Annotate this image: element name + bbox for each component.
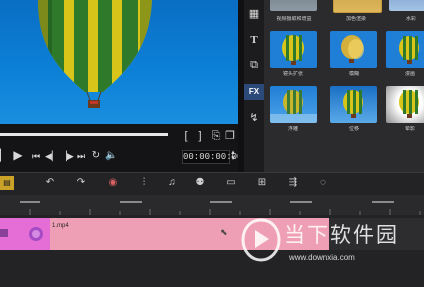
- auto-music-icon[interactable]: ♫: [166, 176, 178, 190]
- next-frame-icon[interactable]: ▕▶: [60, 150, 74, 162]
- effect-caption: 模糊: [348, 71, 359, 77]
- effect-thumbnail[interactable]: [270, 31, 317, 68]
- repeat-icon[interactable]: ↻: [90, 150, 102, 162]
- media-icon[interactable]: ▦: [244, 6, 264, 22]
- effect-thumbnail[interactable]: [386, 31, 424, 68]
- sound-mixer-icon[interactable]: ⫶: [138, 176, 150, 190]
- zoom-to-fit-icon[interactable]: ◌: [316, 176, 330, 190]
- clip-name: 1.mp4: [52, 223, 69, 229]
- effect-thumbnail[interactable]: [270, 0, 317, 11]
- effect-thumbnail[interactable]: [389, 0, 424, 11]
- effect-thumbnail[interactable]: [330, 31, 377, 68]
- effect-thumbnail[interactable]: [330, 86, 377, 123]
- playback-scrubber[interactable]: [0, 133, 168, 136]
- volume-icon[interactable]: 🔈: [105, 150, 117, 162]
- mark-in-button[interactable]: [: [182, 130, 190, 142]
- path-icon[interactable]: ↯: [244, 110, 264, 126]
- timeline-ruler[interactable]: [0, 195, 424, 215]
- play-button[interactable]: ▶: [12, 149, 24, 161]
- watermark-url: www.downxia.com: [289, 253, 355, 262]
- effect-thumbnail[interactable]: [270, 86, 317, 123]
- effect-thumbnail[interactable]: [333, 0, 382, 13]
- multi-camera-icon[interactable]: ⊞: [255, 176, 269, 190]
- clip-thumbnail-strip[interactable]: [0, 218, 50, 250]
- copy-icon[interactable]: ❐: [225, 130, 235, 142]
- effect-caption: 加色渲染: [345, 16, 366, 22]
- cursor-icon: ⬉: [220, 227, 228, 237]
- timecode-stepper[interactable]: ▴ ▾: [229, 149, 237, 162]
- motion-tracking-icon[interactable]: ⚉: [193, 176, 207, 190]
- balloon-preview-image: [38, 0, 152, 108]
- effect-caption: 浮雕: [287, 126, 298, 132]
- effect-caption: 视频摄取和增益: [276, 16, 312, 22]
- effect-caption: 位移: [348, 126, 359, 132]
- time-remapping-icon[interactable]: ⇶: [287, 176, 299, 190]
- title-icon[interactable]: T: [244, 32, 264, 48]
- redo-icon[interactable]: ↷: [75, 176, 87, 190]
- effect-thumbnail[interactable]: [386, 86, 424, 123]
- transition-icon[interactable]: ⧉: [244, 57, 264, 73]
- skip-to-end-icon[interactable]: ⏭: [75, 150, 87, 162]
- watermark-text: 当下软件园: [284, 224, 399, 247]
- effect-caption: 镜头扩张: [282, 71, 303, 77]
- mark-out-button[interactable]: ]: [196, 130, 204, 142]
- timecode-display[interactable]: 00:00:00:00: [182, 150, 242, 164]
- effect-caption: 漫画: [404, 71, 415, 77]
- storyboard-view-icon[interactable]: ▤: [0, 176, 14, 190]
- fx-icon[interactable]: FX: [244, 84, 264, 100]
- effect-caption: 晕影: [404, 126, 415, 132]
- previous-frame-icon[interactable]: ◀▏: [45, 150, 59, 162]
- project-mode-icon[interactable]: ▏: [0, 150, 8, 162]
- undo-icon[interactable]: ↶: [44, 176, 56, 190]
- watermark-logo: [241, 218, 281, 262]
- timeline-toolbar: [0, 172, 424, 196]
- effect-caption: 水彩: [405, 16, 416, 22]
- split-clip-icon[interactable]: ⎘: [211, 130, 221, 142]
- skip-to-start-icon[interactable]: ⏮: [30, 150, 42, 162]
- preview-window: [0, 0, 238, 124]
- subtitle-editor-icon[interactable]: ▭: [224, 176, 238, 190]
- record-capture-icon[interactable]: ◉: [106, 176, 120, 190]
